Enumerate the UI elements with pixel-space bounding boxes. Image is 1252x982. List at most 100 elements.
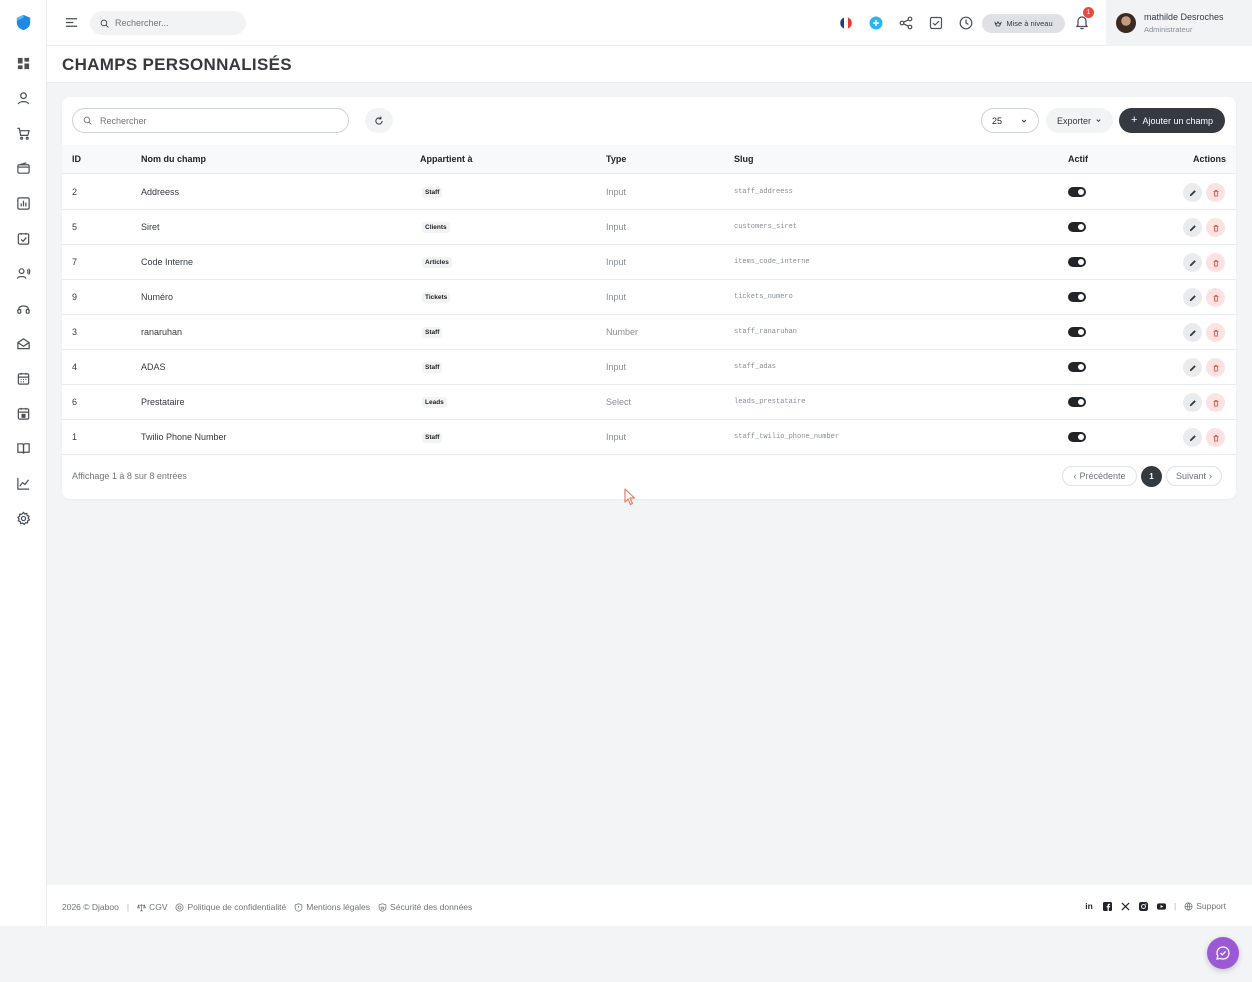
- divider: |: [1174, 901, 1177, 911]
- trash-icon: [1213, 364, 1218, 371]
- share-icon[interactable]: [897, 14, 915, 32]
- col-type[interactable]: Type: [606, 154, 626, 164]
- users-voice-icon[interactable]: [15, 265, 32, 282]
- edit-button[interactable]: [1183, 218, 1202, 237]
- support-link[interactable]: Support: [1184, 901, 1226, 911]
- col-slug[interactable]: Slug: [734, 154, 754, 164]
- table-row: 9 Numéro Tickets Input tickets_numero: [62, 280, 1236, 315]
- book-icon[interactable]: [15, 440, 32, 457]
- cgv-link[interactable]: CGV: [137, 902, 167, 912]
- clock-icon[interactable]: [957, 14, 975, 32]
- cell-id: 9: [72, 292, 78, 302]
- delete-button[interactable]: [1206, 428, 1225, 447]
- previous-label: Précédente: [1079, 471, 1126, 481]
- wallet-icon[interactable]: [15, 160, 32, 177]
- menu-toggle-icon[interactable]: [64, 15, 79, 30]
- plus-circle-icon[interactable]: [867, 14, 885, 32]
- belongs-badge: Clients: [422, 222, 450, 233]
- page-header: CHAMPS PERSONNALISÉS: [47, 46, 1252, 83]
- avatar: [1116, 13, 1136, 33]
- active-toggle[interactable]: [1068, 292, 1086, 302]
- dashboard-icon[interactable]: [15, 55, 32, 72]
- active-toggle[interactable]: [1068, 397, 1086, 407]
- scale-icon: [137, 903, 146, 911]
- delete-button[interactable]: [1206, 218, 1225, 237]
- security-link[interactable]: Sécurité des données: [378, 902, 472, 912]
- line-chart-icon[interactable]: [15, 475, 32, 492]
- settings-icon[interactable]: [15, 510, 32, 527]
- linkedin-icon[interactable]: in: [1084, 901, 1094, 911]
- col-name[interactable]: Nom du champ: [141, 154, 206, 164]
- previous-page-button[interactable]: ‹ Précédente: [1062, 466, 1137, 486]
- youtube-icon[interactable]: [1156, 901, 1166, 911]
- active-toggle[interactable]: [1068, 362, 1086, 372]
- instagram-icon[interactable]: [1138, 901, 1148, 911]
- col-id[interactable]: ID: [72, 154, 81, 164]
- page-1-button[interactable]: 1: [1141, 466, 1162, 487]
- bar-chart-icon[interactable]: [15, 195, 32, 212]
- edit-button[interactable]: [1183, 358, 1202, 377]
- user-icon[interactable]: [15, 90, 32, 107]
- mail-open-icon[interactable]: [15, 335, 32, 352]
- legal-link[interactable]: Mentions légales: [294, 902, 370, 912]
- chat-button[interactable]: [1207, 937, 1239, 969]
- task-icon[interactable]: [15, 230, 32, 247]
- pencil-icon: [1189, 189, 1196, 196]
- cell-name: Code Interne: [141, 257, 194, 267]
- add-field-button[interactable]: + Ajouter un champ: [1119, 108, 1225, 133]
- privacy-link[interactable]: Politique de confidentialité: [175, 902, 286, 912]
- active-toggle[interactable]: [1068, 222, 1086, 232]
- add-field-label: Ajouter un champ: [1142, 115, 1213, 126]
- edit-button[interactable]: [1183, 393, 1202, 412]
- delete-button[interactable]: [1206, 323, 1225, 342]
- delete-button[interactable]: [1206, 253, 1225, 272]
- edit-button[interactable]: [1183, 323, 1202, 342]
- edit-button[interactable]: [1183, 253, 1202, 272]
- active-toggle[interactable]: [1068, 257, 1086, 267]
- x-twitter-icon[interactable]: [1120, 901, 1130, 911]
- belongs-badge: Tickets: [422, 292, 451, 303]
- col-belongs[interactable]: Appartient à: [420, 154, 473, 164]
- export-button[interactable]: Exporter: [1046, 108, 1113, 133]
- table-search[interactable]: [72, 108, 349, 133]
- next-page-button[interactable]: Suivant ›: [1166, 466, 1222, 486]
- calendar-icon[interactable]: [15, 370, 32, 387]
- delete-button[interactable]: [1206, 358, 1225, 377]
- per-page-select[interactable]: 25: [981, 108, 1039, 133]
- language-flag-icon[interactable]: [837, 14, 855, 32]
- belongs-badge: Leads: [422, 397, 447, 408]
- delete-button[interactable]: [1206, 288, 1225, 307]
- cell-name: Numéro: [141, 292, 174, 302]
- calendar-event-icon[interactable]: [15, 405, 32, 422]
- headset-icon[interactable]: [15, 300, 32, 317]
- belongs-badge: Staff: [422, 362, 443, 373]
- cell-id: 2: [72, 187, 78, 197]
- facebook-icon[interactable]: [1102, 901, 1112, 911]
- global-search-input[interactable]: [115, 18, 235, 28]
- active-toggle[interactable]: [1068, 187, 1086, 197]
- globe-icon: [1184, 902, 1193, 911]
- pencil-icon: [1189, 434, 1196, 441]
- user-menu[interactable]: mathilde Desroches Administrateur: [1106, 0, 1252, 46]
- cart-icon[interactable]: [15, 125, 32, 142]
- table-search-input[interactable]: [100, 115, 330, 126]
- pencil-icon: [1189, 399, 1196, 406]
- edit-button[interactable]: [1183, 288, 1202, 307]
- upgrade-button[interactable]: Mise à niveau: [982, 14, 1065, 33]
- cell-slug: staff_ranaruhan: [734, 328, 798, 336]
- cell-id: 7: [72, 257, 78, 267]
- active-toggle[interactable]: [1068, 327, 1086, 337]
- pencil-icon: [1189, 224, 1196, 231]
- checkbox-icon[interactable]: [927, 14, 945, 32]
- col-active[interactable]: Actif: [1068, 154, 1088, 164]
- delete-button[interactable]: [1206, 183, 1225, 202]
- cell-slug: staff_twilio_phone_number: [734, 433, 840, 441]
- active-toggle[interactable]: [1068, 432, 1086, 442]
- global-search[interactable]: [90, 11, 246, 35]
- mouse-cursor-icon: [624, 488, 636, 506]
- edit-button[interactable]: [1183, 183, 1202, 202]
- refresh-button[interactable]: [365, 108, 393, 133]
- logo-icon[interactable]: [14, 13, 33, 32]
- delete-button[interactable]: [1206, 393, 1225, 412]
- edit-button[interactable]: [1183, 428, 1202, 447]
